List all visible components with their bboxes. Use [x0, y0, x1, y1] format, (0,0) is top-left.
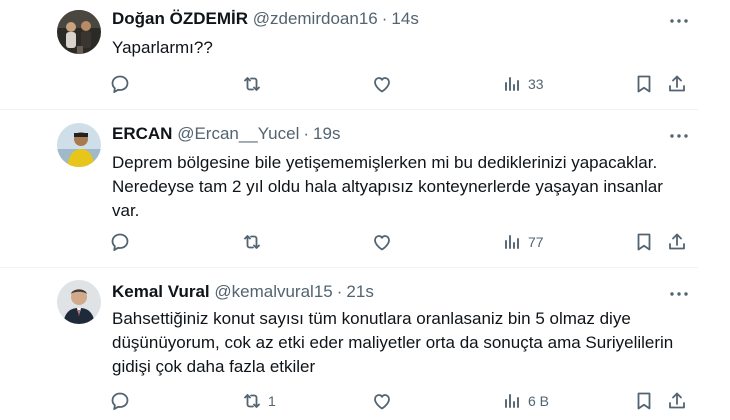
timestamp[interactable]: 19s: [313, 124, 340, 143]
reply-icon: [108, 389, 132, 413]
heart-icon: [370, 72, 394, 96]
views-chart-icon: [500, 230, 524, 254]
separator: ·: [336, 282, 343, 301]
tweet-text-line: düşünüyorum, cok az etki eder maliyetler…: [112, 333, 674, 352]
reply-icon: [108, 230, 132, 254]
retweet-count: 1: [268, 393, 276, 409]
retweet-button[interactable]: [240, 72, 268, 96]
retweet-button[interactable]: 1: [240, 389, 276, 413]
tweet-header: Doğan ÖZDEMİR @zdemirdoan16 · 14s: [112, 9, 419, 29]
views-chart-icon: [500, 72, 524, 96]
views-button[interactable]: 33: [500, 72, 544, 96]
timestamp[interactable]: 14s: [391, 9, 418, 28]
heart-icon: [370, 389, 394, 413]
tweet-text: Yaparlarmı??: [112, 36, 687, 60]
avatar[interactable]: [57, 123, 101, 167]
tweet[interactable]: ERCAN @Ercan__Yucel · 19s Deprem bölgesine…: [0, 110, 698, 268]
timeline-feed: Doğan ÖZDEMİR @zdemirdoan16 · 14s Yaparlar…: [0, 0, 698, 420]
separator: ·: [303, 124, 310, 143]
user-handle[interactable]: @Ercan__Yucel: [177, 124, 299, 143]
tweet-text-line: var.: [112, 201, 140, 220]
user-handle[interactable]: @kemalvural15: [214, 282, 332, 301]
tweet-actions: 1 6 B: [108, 389, 693, 413]
timestamp[interactable]: 21s: [346, 282, 373, 301]
view-count: 33: [528, 76, 544, 92]
like-button[interactable]: [370, 389, 398, 413]
tweet-header: Kemal Vural @kemalvural15 · 21s: [112, 282, 374, 302]
share-icon: [665, 72, 689, 96]
bookmark-icon: [632, 389, 656, 413]
share-icon: [665, 389, 689, 413]
user-handle[interactable]: @zdemirdoan16: [253, 9, 378, 28]
tweet-header: ERCAN @Ercan__Yucel · 19s: [112, 124, 340, 144]
avatar[interactable]: [57, 10, 101, 54]
tweet[interactable]: Kemal Vural @kemalvural15 · 21s Bahsettiği…: [0, 268, 698, 420]
more-dots-icon[interactable]: [668, 129, 690, 141]
reply-icon: [108, 72, 132, 96]
tweet-text: Deprem bölgesine bile yetişememişlerken …: [112, 151, 687, 223]
retweet-icon: [240, 389, 264, 413]
tweet[interactable]: Doğan ÖZDEMİR @zdemirdoan16 · 14s Yaparlar…: [0, 0, 698, 110]
tweet-actions: 33: [108, 72, 693, 96]
view-count: 6 B: [528, 393, 550, 409]
views-button[interactable]: 77: [500, 230, 544, 254]
tweet-actions: 77: [108, 230, 693, 254]
heart-icon: [370, 230, 394, 254]
avatar[interactable]: [57, 280, 101, 324]
tweet-text-line: Bahsettiğiniz konut sayısı tüm konutlara…: [112, 309, 631, 328]
like-button[interactable]: [370, 72, 398, 96]
tweet-text-line: gidişi çok daha fazla etkiler: [112, 357, 316, 376]
share-button[interactable]: [665, 389, 689, 413]
tweet-text-line: Deprem bölgesine bile yetişememişlerken …: [112, 153, 658, 172]
share-button[interactable]: [665, 72, 689, 96]
tweet-text-line: Neredeyse tam 2 yıl oldu hala altyapısız…: [112, 177, 663, 196]
bookmark-button[interactable]: [632, 230, 656, 254]
separator: ·: [381, 9, 388, 28]
page-margin: [698, 0, 730, 420]
tweet-text-line: Yaparlarmı??: [112, 38, 213, 57]
reply-button[interactable]: [108, 230, 136, 254]
share-icon: [665, 230, 689, 254]
reply-button[interactable]: [108, 389, 136, 413]
like-button[interactable]: [370, 230, 398, 254]
reply-button[interactable]: [108, 72, 136, 96]
bookmark-icon: [632, 72, 656, 96]
bookmark-button[interactable]: [632, 389, 656, 413]
views-chart-icon: [500, 389, 524, 413]
retweet-button[interactable]: [240, 230, 268, 254]
display-name[interactable]: ERCAN: [112, 124, 172, 143]
more-dots-icon[interactable]: [668, 14, 690, 26]
view-count: 77: [528, 234, 544, 250]
display-name[interactable]: Doğan ÖZDEMİR: [112, 9, 248, 28]
views-button[interactable]: 6 B: [500, 389, 549, 413]
bookmark-button[interactable]: [632, 72, 656, 96]
retweet-icon: [240, 230, 264, 254]
retweet-icon: [240, 72, 264, 96]
tweet-text: Bahsettiğiniz konut sayısı tüm konutlara…: [112, 307, 687, 379]
share-button[interactable]: [665, 230, 689, 254]
display-name[interactable]: Kemal Vural: [112, 282, 210, 301]
bookmark-icon: [632, 230, 656, 254]
more-dots-icon[interactable]: [668, 287, 690, 299]
